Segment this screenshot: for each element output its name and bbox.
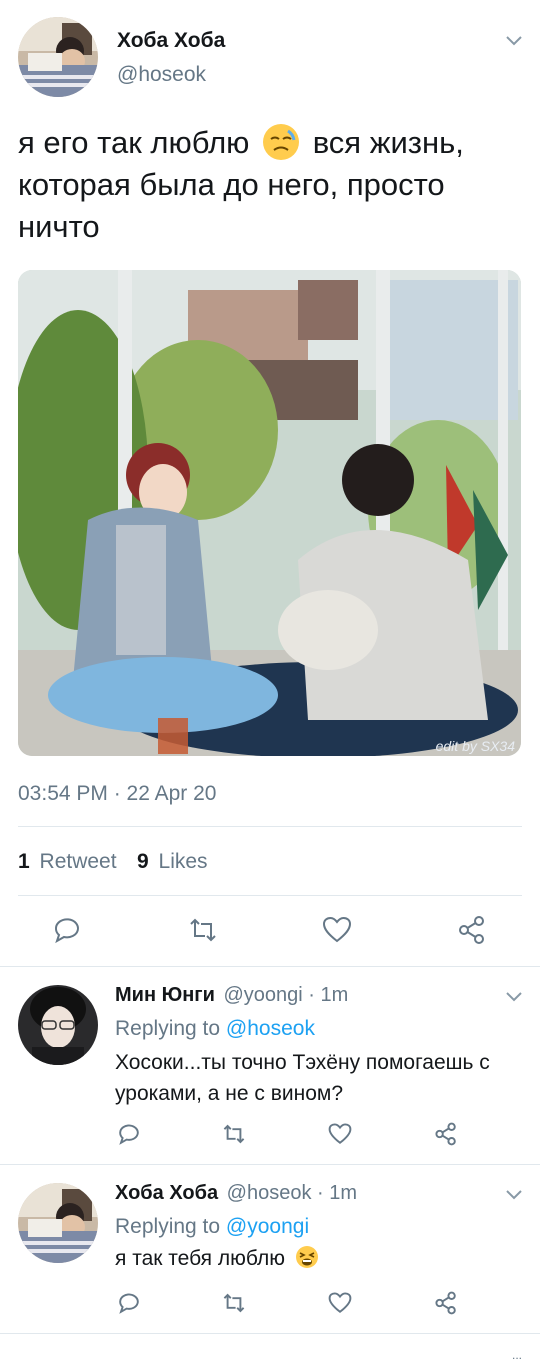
share-icon (435, 1291, 456, 1315)
like-icon (328, 1292, 352, 1314)
tweet-photo[interactable]: edit by SX34 (18, 270, 521, 756)
reply-text-line1: Хосоки...ты точно Тэхёну помогаешь с (115, 1051, 490, 1074)
emoji-tired-icon (295, 1245, 319, 1269)
replying-prefix: Replying to (115, 1215, 221, 1238)
share-icon (459, 916, 484, 944)
reply-author-name[interactable]: Хоба Хоба (115, 1182, 218, 1204)
like-button[interactable] (322, 915, 352, 945)
tweet-timestamp[interactable]: 03:54 PM · 22 Apr 20 (18, 782, 216, 806)
retweet-icon (223, 1124, 245, 1144)
chevron-down-icon (506, 36, 522, 46)
retweet-icon (223, 1293, 245, 1313)
reply-text-line2: уроками, а не с вином? (115, 1082, 344, 1105)
reply-icon (55, 918, 79, 944)
reply-header: Мин Юнги @yoongi · 1m (115, 984, 348, 1007)
retweet-stats[interactable]: 1 Retweet (18, 850, 117, 874)
reply-author-name[interactable]: Мин Юнги (115, 984, 215, 1006)
like-count: 9 (137, 850, 149, 873)
replying-to: Replying to @yoongi (115, 1215, 309, 1239)
retweet-button[interactable] (222, 1122, 246, 1146)
tweet-text-line3: ничто (18, 209, 100, 244)
tweet-text: я его так люблю вся жизнь, которая была … (18, 122, 528, 248)
footer-ellipsis: ... (512, 1348, 523, 1362)
retweet-button[interactable] (222, 1291, 246, 1315)
reply-text: Хосоки...ты точно Тэхёну помогаешь с уро… (115, 1047, 530, 1109)
reply-menu-chevron[interactable] (505, 990, 523, 1008)
like-icon (328, 1123, 352, 1145)
tweet-text-line1: я его так люблю вся жизнь, (18, 122, 528, 164)
share-icon (435, 1122, 456, 1146)
reply-text-line1: я так тебя люблю (115, 1247, 285, 1270)
retweet-button[interactable] (188, 915, 218, 945)
share-button[interactable] (457, 915, 487, 945)
reply-icon (119, 1124, 139, 1145)
divider (18, 895, 522, 896)
divider (0, 966, 540, 967)
divider (0, 1164, 540, 1165)
retweet-label: Retweet (39, 850, 117, 873)
reply-button[interactable] (117, 1291, 141, 1315)
like-stats[interactable]: 9 Likes (137, 850, 208, 874)
reply-author-handle[interactable]: @hoseok (227, 1182, 312, 1204)
chevron-down-icon (506, 1190, 522, 1200)
author-avatar[interactable] (18, 17, 98, 97)
replying-to: Replying to @hoseok (115, 1017, 315, 1041)
share-button[interactable] (434, 1122, 458, 1146)
photo-watermark: edit by SX34 (435, 738, 515, 754)
tweet-menu-chevron[interactable] (505, 34, 523, 52)
author-name[interactable]: Хоба Хоба (117, 29, 225, 53)
retweet-count: 1 (18, 850, 30, 873)
reply-time: · 1m (317, 1182, 358, 1204)
reply-author-handle[interactable]: @yoongi (223, 984, 302, 1006)
like-button[interactable] (328, 1291, 352, 1315)
tweet-text-line2: которая была до него, просто (18, 167, 445, 202)
reply-text: я так тебя люблю (115, 1245, 530, 1273)
reply-icon (119, 1293, 139, 1314)
author-handle[interactable]: @hoseok (117, 63, 206, 87)
divider (0, 1333, 540, 1334)
reply-menu-chevron[interactable] (505, 1188, 523, 1206)
reply-button[interactable] (117, 1122, 141, 1146)
reply-header: Хоба Хоба @hoseok · 1m (115, 1182, 357, 1205)
emoji-downcast-icon (262, 123, 300, 161)
share-button[interactable] (434, 1291, 458, 1315)
like-button[interactable] (328, 1122, 352, 1146)
reply-button[interactable] (52, 915, 82, 945)
reply-avatar[interactable] (18, 1183, 98, 1263)
replying-to-link[interactable]: @yoongi (226, 1215, 309, 1238)
chevron-down-icon (506, 992, 522, 1002)
like-icon (322, 916, 352, 943)
reply-avatar[interactable] (18, 985, 98, 1065)
replying-prefix: Replying to (115, 1017, 221, 1040)
retweet-icon (190, 918, 216, 942)
replying-to-link[interactable]: @hoseok (226, 1017, 315, 1040)
like-label: Likes (158, 850, 208, 873)
reply-time: · 1m (308, 984, 349, 1006)
divider (18, 826, 522, 827)
